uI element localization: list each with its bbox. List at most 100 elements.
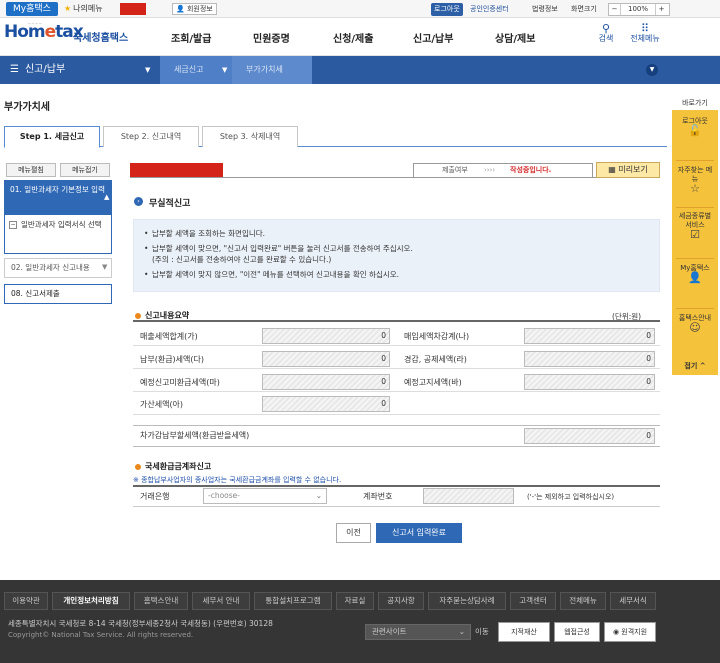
quick-logout[interactable]: 로그아웃 🔓 <box>672 117 718 137</box>
go-button[interactable]: 이동 <box>475 624 489 640</box>
left-menu-item-submit[interactable]: 08. 신고서제출 <box>4 284 112 304</box>
bank-select[interactable]: -choose- ⌄ <box>203 488 327 504</box>
penalty-field: 0 <box>262 396 390 412</box>
refund-note: ※ 종합납부사업자의 종사업자는 국세환급금계좌를 입력할 수 없습니다. <box>133 476 342 484</box>
my-hometax-button[interactable]: My홈택스 <box>6 2 58 16</box>
minus-box-icon: − <box>9 221 17 229</box>
footer-library[interactable]: 자료실 <box>336 592 374 610</box>
menu-expand-button[interactable]: 메뉴펼침 <box>6 163 56 177</box>
zoom-label: 화면크기 <box>571 5 597 13</box>
star-outline-icon: ☆ <box>690 182 700 195</box>
guide-person-icon: ☺ <box>689 321 701 334</box>
gnb-tax-filing[interactable]: 신고/납부 <box>413 30 453 45</box>
crumb-dropdown-icon[interactable]: ▼ <box>222 56 227 84</box>
footer-tax-forms[interactable]: 세무서식 <box>610 592 656 610</box>
gnb-consult[interactable]: 상담/제보 <box>495 30 535 45</box>
user-info-button[interactable]: 👤 회원정보 <box>172 3 217 15</box>
quick-frequent-label: 자주찾는 메뉴 <box>677 166 713 183</box>
footer-notice[interactable]: 공지사항 <box>378 592 424 610</box>
quick-frequent-menu[interactable]: 자주찾는 메뉴 ☆ <box>672 166 718 195</box>
tab-step1[interactable]: Step 1. 세금신고 <box>4 126 100 148</box>
notice-tax-label: 예정고지세액(바) <box>404 378 462 387</box>
purchase-tax-field: 0 <box>524 328 655 344</box>
nav-main-menu[interactable]: ☰ 신고/납부 <box>0 56 160 84</box>
quick-menu-title: 바로가기 <box>682 99 708 107</box>
related-site-select[interactable]: 관련사이트 ⌄ <box>365 624 471 640</box>
unlock-icon: 🔓 <box>688 124 702 137</box>
preview-button[interactable]: ▦ 미리보기 <box>596 162 660 178</box>
orange-bullet-icon <box>135 313 141 319</box>
footer-faq[interactable]: 자주묻는상담사례 <box>428 592 506 610</box>
zoom-out-button[interactable]: − <box>609 4 621 15</box>
submit-status-box: 제출여부 ›››› 작성중입니다. <box>413 163 593 178</box>
account-number-input[interactable] <box>423 488 514 504</box>
law-info-link[interactable]: 법령정보 <box>532 4 558 15</box>
left-menu-subitem-form-select[interactable]: − 일반과세자 입력서식 선택 <box>4 214 112 254</box>
sales-tax-field: 0 <box>262 328 390 344</box>
search-button[interactable]: ⚲ 검색 <box>591 23 621 44</box>
breadcrumb-vat[interactable]: 부가가치세 <box>232 56 312 84</box>
quick-hometax-guide[interactable]: 홈택스안내 ☺ <box>672 314 718 334</box>
footer-all-menu[interactable]: 전체메뉴 <box>560 592 606 610</box>
summary-top-line <box>133 320 660 322</box>
logo-accent: e <box>44 22 56 42</box>
footer-guide[interactable]: 홈택스안내 <box>134 592 188 610</box>
refund-title: 국세환급금계좌신고 <box>145 462 212 471</box>
quick-collapse[interactable]: 접기 ^ <box>672 362 718 371</box>
gnb-inquiry[interactable]: 조회/발급 <box>171 30 211 45</box>
footer-copyright: Copyright© National Tax Service. All rig… <box>8 631 194 639</box>
ip-badge[interactable]: 지적재산 <box>498 622 550 642</box>
remote-support-badge[interactable]: ◉ 원격지원 <box>604 622 656 642</box>
footer-office[interactable]: 세무서 안내 <box>192 592 250 610</box>
footer-address: 세종특별자치시 국세청로 8-14 국세청(정부세종2청사 국세청동) (우편번… <box>8 619 273 628</box>
zoom-control: −100% + <box>608 3 670 16</box>
penalty-label: 가산세액(아) <box>140 400 184 409</box>
purchase-tax-label: 매입세액차감계(나) <box>404 332 470 341</box>
nav-expand-icon[interactable]: ▼ <box>646 64 658 76</box>
quick-divider <box>676 207 714 208</box>
payable-tax-label: 납부(환급)세액(다) <box>140 355 205 364</box>
accessibility-badge[interactable]: 웹접근성 <box>554 622 600 642</box>
search-label: 검색 <box>598 34 614 43</box>
prev-button[interactable]: 이전 <box>336 523 371 543</box>
all-menu-button[interactable]: ⠿ 전체메뉴 <box>627 23 663 44</box>
nav-dropdown-icon[interactable]: ▼ <box>145 56 150 84</box>
footer-privacy[interactable]: 개인정보처리방침 <box>52 592 130 610</box>
status-arrows: ›››› <box>484 166 496 174</box>
logout-button[interactable]: 로그아웃 <box>431 3 463 16</box>
quick-divider <box>676 258 714 259</box>
left-menu-item-basic-info[interactable]: 01. 일반과세자 기본정보 입력 <box>4 180 112 214</box>
notice-tax-field: 0 <box>524 374 655 390</box>
gnb-certificates[interactable]: 민원증명 <box>253 30 290 45</box>
gnb-application[interactable]: 신청/제출 <box>333 30 373 45</box>
tab-step2[interactable]: Step 2. 신고내역 <box>103 126 199 147</box>
menu-collapse-button[interactable]: 메뉴접기 <box>60 163 110 177</box>
footer-terms[interactable]: 이용약관 <box>4 592 48 610</box>
no-report-title: 무실적신고 <box>149 199 191 209</box>
account-label: 계좌번호 <box>363 492 393 501</box>
complete-input-button[interactable]: 신고서 입력완료 <box>376 523 462 543</box>
tab-step3[interactable]: Step 3. 삭제내역 <box>202 126 298 147</box>
left-menu-subitem-label: 일반과세자 입력서식 선택 <box>21 220 102 229</box>
bank-label: 거래은행 <box>140 492 170 501</box>
support-icon: ◉ <box>612 628 620 636</box>
submit-status-value: 작성중입니다. <box>510 166 552 174</box>
info-line-1: 납부할 세액을 조회하는 화면입니다. <box>144 228 649 239</box>
left-menu-item-report-content[interactable]: 02. 일반과세자 신고내용 <box>4 258 112 278</box>
quick-my-hometax[interactable]: My홈택스 👤 <box>672 264 718 283</box>
preview-label: 미리보기 <box>618 165 648 174</box>
footer-install[interactable]: 통합설치프로그램 <box>254 592 332 610</box>
footer-customer[interactable]: 고객센터 <box>510 592 556 610</box>
hometax-logo[interactable]: Hometax <box>4 22 84 42</box>
logo-part1: Hom <box>4 22 46 42</box>
my-menu-link[interactable]: ★ 나의메뉴 <box>64 3 103 15</box>
all-menu-label: 전체메뉴 <box>630 34 660 43</box>
quick-divider <box>676 160 714 161</box>
section-bullet-icon: › <box>134 197 143 206</box>
user-info-label: 회원정보 <box>186 5 213 13</box>
chevron-down-icon: ⌄ <box>458 627 465 636</box>
zoom-in-button[interactable]: + <box>655 4 667 15</box>
quick-tax-services[interactable]: 세금종류별 서비스 ☑ <box>672 212 718 240</box>
certificate-center-link[interactable]: 공인인증센터 <box>470 4 509 15</box>
caret-up-icon: ▲ <box>104 193 110 201</box>
